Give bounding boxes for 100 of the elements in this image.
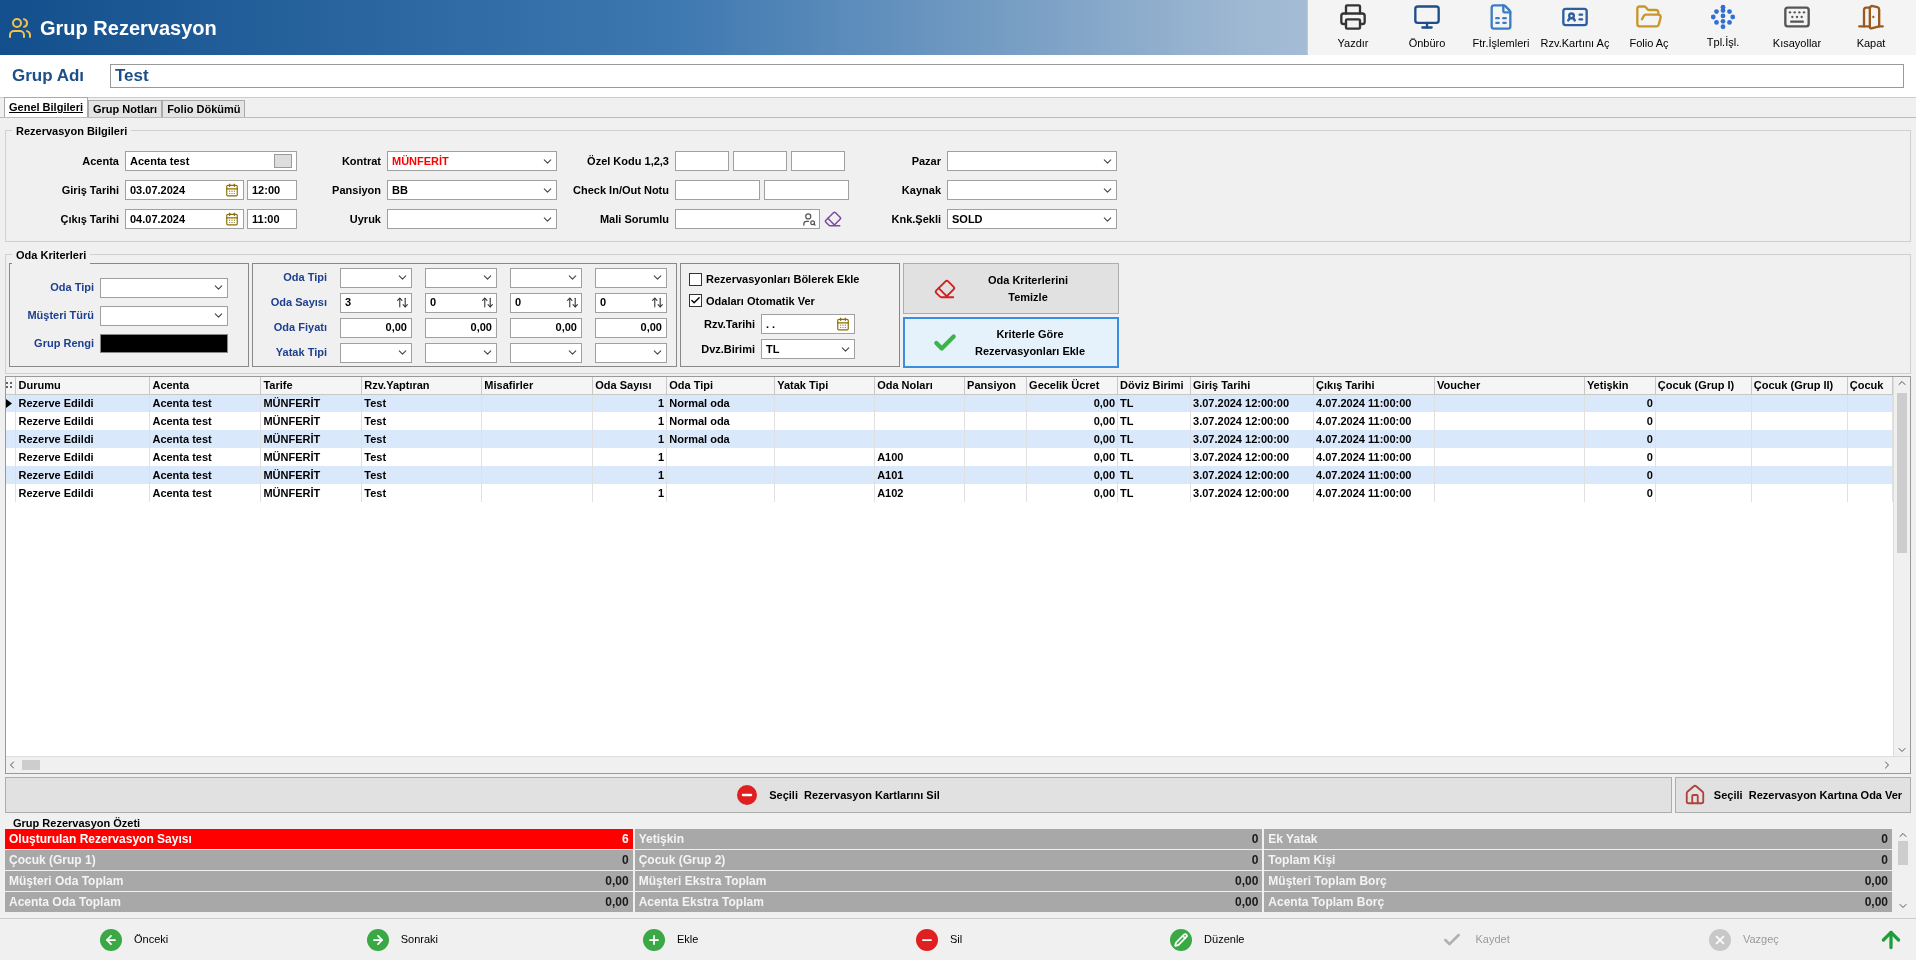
toolbar-button[interactable]: Ftr.İşlemleri (1464, 0, 1538, 55)
text-field[interactable]: 0,00 (425, 317, 497, 338)
text-field[interactable] (733, 151, 787, 171)
delete-selected-button[interactable]: Seçili Rezervasyon Kartlarını Sil (5, 777, 1672, 813)
toolbar-button[interactable]: Tpl.İşl. (1686, 0, 1760, 55)
column-header[interactable]: Voucher (1434, 377, 1585, 394)
action-button[interactable]: Oda Kriterlerini Temizle (903, 263, 1119, 314)
scrollbar-thumb[interactable] (1897, 393, 1907, 553)
number-spinner[interactable]: 0 (595, 292, 667, 313)
calendar-icon[interactable] (836, 317, 850, 331)
text-field[interactable] (791, 151, 845, 171)
column-header[interactable]: Gecelik Ücret (1026, 377, 1118, 394)
group-name-field[interactable]: Test (110, 64, 1904, 88)
eraser-icon[interactable] (824, 210, 842, 228)
column-header[interactable]: Döviz Birimi (1117, 377, 1191, 394)
text-field[interactable] (675, 180, 760, 200)
person-search-icon[interactable] (802, 211, 817, 227)
number-spinner[interactable]: 3 (340, 292, 412, 313)
up-down-icon[interactable] (566, 296, 579, 309)
dropdown[interactable] (425, 267, 497, 288)
text-field[interactable]: 0,00 (340, 317, 412, 338)
up-down-icon[interactable] (396, 296, 409, 309)
table-cell: 1 (658, 397, 665, 409)
text-field[interactable]: 12:00 (247, 180, 297, 200)
table-cell: MÜNFERİT (263, 468, 321, 481)
column-header[interactable]: Oda Noları (874, 377, 965, 394)
checkbox[interactable]: Odaları Otomatik Ver (689, 292, 899, 309)
toolbar-button[interactable]: Önbüro (1390, 0, 1464, 55)
dropdown[interactable] (340, 342, 412, 363)
assign-room-button[interactable]: Seçili Rezervasyon Kartına Oda Ver (1675, 777, 1911, 813)
column-header[interactable]: Yatak Tipi (774, 377, 875, 394)
column-header[interactable]: Misafirler (481, 377, 593, 394)
column-header[interactable]: Durumu (16, 377, 150, 394)
calendar-icon[interactable] (225, 212, 239, 226)
nav-button[interactable]: Sonraki (366, 928, 439, 951)
dropdown[interactable] (100, 277, 228, 298)
date-field[interactable]: 04.07.2024 (125, 209, 244, 229)
nav-button[interactable]: Önceki (100, 928, 169, 951)
tab[interactable]: Grup Notları (87, 100, 163, 117)
horizontal-scrollbar[interactable] (6, 756, 1910, 773)
scrollbar-thumb[interactable] (1897, 841, 1908, 865)
dropdown[interactable] (595, 342, 667, 363)
dropdown[interactable] (510, 267, 582, 288)
calendar-icon[interactable] (225, 183, 239, 197)
column-header[interactable]: Çocuk (1847, 377, 1893, 394)
dropdown[interactable] (387, 209, 557, 229)
date-field[interactable]: 03.07.2024 (125, 180, 244, 200)
column-header[interactable]: Oda Sayısı (592, 377, 667, 394)
text-field[interactable]: 0,00 (510, 317, 582, 338)
up-down-icon[interactable] (651, 296, 664, 309)
text-field[interactable] (675, 209, 820, 229)
nav-button[interactable]: Ekle (643, 928, 699, 951)
column-header[interactable]: Yetişkin (1584, 377, 1656, 394)
toolbar-button[interactable]: Rzv.Kartını Aç (1538, 0, 1612, 55)
dropdown[interactable]: BB (387, 180, 557, 200)
text-field[interactable] (675, 151, 729, 171)
dropdown[interactable] (425, 342, 497, 363)
scrollbar-thumb[interactable] (22, 760, 40, 770)
vertical-scrollbar[interactable] (1893, 377, 1910, 756)
lookup-field[interactable]: Acenta test (125, 151, 297, 171)
number-spinner[interactable]: 0 (510, 292, 582, 313)
column-header[interactable]: Pansiyon (964, 377, 1027, 394)
dropdown[interactable] (947, 151, 1117, 171)
text-field[interactable] (764, 180, 849, 200)
table-cell: MÜNFERİT (263, 397, 321, 409)
table-cell: Test (364, 432, 387, 445)
column-header[interactable]: Çocuk (Grup II) (1751, 377, 1848, 394)
column-header[interactable]: Acenta (149, 377, 261, 394)
table-cell: A100 (877, 450, 904, 463)
nav-button[interactable]: Düzenle (1170, 928, 1245, 951)
column-header[interactable]: Rzv.Yaptıran (361, 377, 482, 394)
dropdown[interactable] (510, 342, 582, 363)
dropdown[interactable]: MÜNFERİT (387, 151, 557, 171)
toolbar-button[interactable]: Yazdır (1316, 0, 1390, 55)
column-header[interactable]: Çocuk (Grup I) (1655, 377, 1752, 394)
toolbar-button[interactable]: Kapat (1834, 0, 1908, 55)
dropdown[interactable] (595, 267, 667, 288)
dropdown[interactable]: TL (761, 339, 855, 359)
action-button[interactable]: Kriterle Göre Rezervasyonları Ekle (903, 317, 1119, 368)
dropdown[interactable] (100, 305, 228, 326)
checkbox[interactable]: Rezervasyonları Bölerek Ekle (689, 271, 899, 288)
lookup-button[interactable] (274, 154, 292, 168)
column-header[interactable]: Çıkış Tarihi (1313, 377, 1435, 394)
tab[interactable]: Folio Dökümü (162, 100, 246, 117)
toolbar-button[interactable]: Kısayollar (1760, 0, 1834, 55)
column-header[interactable]: Giriş Tarihi (1190, 377, 1314, 394)
column-header[interactable]: Tarife (260, 377, 362, 394)
tab[interactable]: Genel Bilgileri (4, 97, 88, 117)
nav-button[interactable]: Sil (915, 928, 963, 951)
color-swatch[interactable] (100, 333, 228, 353)
toolbar-button[interactable]: Folio Aç (1612, 0, 1686, 55)
dropdown[interactable] (947, 180, 1117, 200)
text-field[interactable]: 0,00 (595, 317, 667, 338)
date-field[interactable]: . . (761, 314, 855, 334)
dropdown[interactable] (340, 267, 412, 288)
column-header[interactable]: Oda Tipi (666, 377, 775, 394)
up-down-icon[interactable] (481, 296, 494, 309)
text-field[interactable]: 11:00 (247, 209, 297, 229)
dropdown[interactable]: SOLD (947, 209, 1117, 229)
number-spinner[interactable]: 0 (425, 292, 497, 313)
